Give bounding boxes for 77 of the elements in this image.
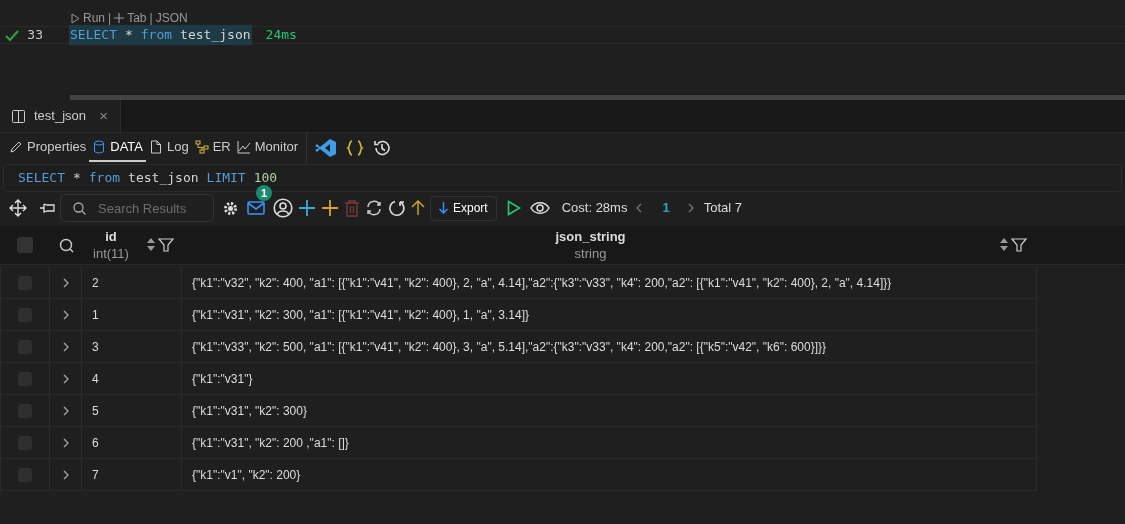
table-cell-text: 1 <box>92 306 99 324</box>
table-cell-text: 7 <box>92 466 99 484</box>
view-tab[interactable]: Log <box>146 133 192 162</box>
table-cell-text: {"k1":"v31", "k2": 300} <box>192 402 307 420</box>
view-tab[interactable]: Monitor <box>233 133 302 162</box>
table-cell-text: {"k1":"v31"} <box>192 370 253 388</box>
column-type: int(11) <box>93 245 129 262</box>
chevron-right-icon[interactable] <box>62 373 69 384</box>
chevron-right-icon[interactable] <box>687 203 694 213</box>
chevron-right-icon[interactable] <box>62 341 69 352</box>
run-icon <box>506 200 521 216</box>
history-icon <box>373 138 392 157</box>
chevron-left-icon[interactable] <box>636 203 643 213</box>
document-icon <box>149 139 163 154</box>
panel-icon <box>12 109 25 123</box>
move-icon <box>9 199 27 217</box>
view-tab[interactable]: Properties <box>6 133 90 162</box>
arrow-down-icon <box>439 202 448 214</box>
table-cell-text: 3 <box>92 338 99 356</box>
table-cell-text: {"k1":"v33", "k2": 500, "a1": [{"k1":"v41", "k2": 400}, 3, "a", 5.14],"a2":{"k3":"v33", "k4": 200,"a2": [{"k5":"v42", "k6": 600}]}} <box>192 338 826 356</box>
view-tab[interactable]: ER <box>191 133 234 162</box>
table-cell-text: {"k1":"v31", "k2": 200 ,"a1": []} <box>192 434 349 452</box>
sync-icon <box>365 199 383 217</box>
separator: | <box>108 10 112 27</box>
result-tab[interactable]: test_json × <box>0 100 121 132</box>
pencil-icon <box>9 139 23 154</box>
export-button[interactable]: Export <box>430 195 497 221</box>
table-cell-text: {"k1":"v31", "k2": 300, "a1": [{"k1":"v41", "k2": 400}, 1, "a", 3.14]} <box>192 306 530 324</box>
plus-icon <box>114 13 125 23</box>
plus-icon <box>298 199 316 217</box>
notification-badge: 1 <box>256 185 272 201</box>
close-button[interactable]: × <box>99 104 108 128</box>
plus-icon <box>321 199 339 217</box>
scrollbar[interactable] <box>70 95 1125 100</box>
table-cell-text: 5 <box>92 402 99 420</box>
chevron-right-icon[interactable] <box>62 469 69 480</box>
user-icon <box>273 198 293 218</box>
chevron-right-icon[interactable] <box>62 405 69 416</box>
separator: | <box>149 10 153 27</box>
eye-icon <box>529 201 550 215</box>
sort-filter-icon <box>146 237 176 253</box>
table-cell-text: 6 <box>92 434 99 452</box>
play-icon <box>71 12 80 24</box>
trash-icon <box>344 199 360 217</box>
diagram-icon <box>194 139 209 154</box>
checkbox[interactable] <box>17 237 33 253</box>
codelens-link[interactable]: JSON <box>155 9 188 27</box>
page-number: 1 <box>662 199 670 218</box>
column-header[interactable]: json_string <box>555 228 626 245</box>
duration: 24ms <box>265 26 297 45</box>
chevron-right-icon[interactable] <box>62 277 69 288</box>
table-cell-text: {"k1":"v1", "k2": 200} <box>192 466 301 484</box>
total-label: Total 7 <box>703 199 742 218</box>
codelens-link[interactable]: Run <box>83 9 105 27</box>
chevron-right-icon[interactable] <box>62 309 69 320</box>
column-header[interactable]: id <box>105 228 117 245</box>
mail-icon <box>247 201 265 215</box>
pin-icon <box>39 200 55 216</box>
braces-icon <box>346 138 365 157</box>
arrow-up-icon <box>411 200 425 216</box>
codelens-link[interactable]: Tab <box>127 9 147 27</box>
sort-filter-icon <box>999 237 1029 253</box>
line-number: 33 <box>26 26 43 45</box>
view-tab[interactable]: DATA <box>89 133 146 162</box>
cost-label: Cost: 28ms <box>561 199 628 218</box>
database-icon <box>92 139 107 154</box>
search-icon <box>58 237 74 253</box>
search-field[interactable]: Search Results <box>60 194 214 222</box>
chart-icon <box>236 139 251 154</box>
table-cell-text: 4 <box>92 370 99 388</box>
column-type: string <box>574 245 607 262</box>
search-icon <box>73 202 86 215</box>
settings-icon <box>222 199 239 217</box>
table-cell-text: 2 <box>92 274 99 292</box>
table-cell-text: {"k1":"v32", "k2": 400, "a1": [{"k1":"v41", "k2": 400}, 2, "a", 4.14],"a2":{"k3":"v33", "k4": 200,"a2": [{"k1":"v41", "k2": 400}, 2, "a", 4.14]}} <box>192 274 892 292</box>
chevron-right-icon[interactable] <box>62 437 69 448</box>
refresh-icon <box>388 199 406 217</box>
